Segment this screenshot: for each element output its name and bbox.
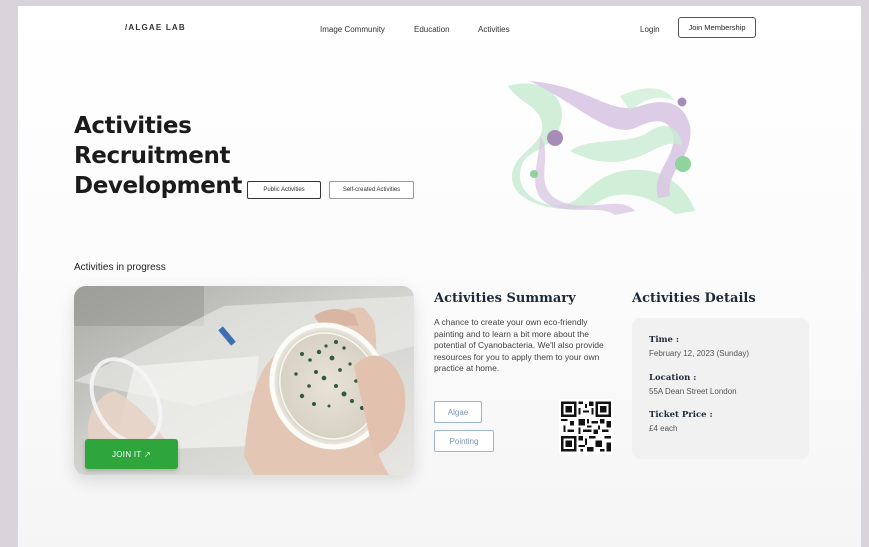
join-it-button[interactable]: JOIN IT ↗ bbox=[85, 439, 178, 469]
location-label: Location : bbox=[649, 373, 697, 383]
tag-algae[interactable]: Algae bbox=[434, 401, 482, 423]
hero-title-line-2: Recruitment bbox=[74, 143, 231, 169]
location-value: 55A Dean Street London bbox=[649, 387, 737, 396]
hero-illustration bbox=[508, 81, 695, 215]
join-membership-button[interactable]: Join Membership bbox=[678, 17, 756, 38]
section-title: Activities in progress bbox=[74, 262, 166, 273]
details-card: Time : February 12, 2023 (Sunday) Locati… bbox=[632, 318, 809, 459]
chip-self-created-activities[interactable]: Self-created Activities bbox=[329, 181, 414, 199]
logo-text: /ALGAE LAB bbox=[125, 23, 186, 32]
hero-title-line-3: Development bbox=[74, 173, 242, 199]
nav-image-community[interactable]: Image Community bbox=[320, 25, 385, 34]
summary-text: A chance to create your own eco-friendly… bbox=[434, 317, 604, 373]
login-link[interactable]: Login bbox=[640, 25, 660, 34]
details-title: Activities Details bbox=[632, 291, 756, 306]
summary-title: Activities Summary bbox=[434, 291, 576, 306]
qr-code-icon[interactable] bbox=[559, 399, 613, 454]
nav-activities[interactable]: Activities bbox=[478, 25, 510, 34]
hero-title-line-1: Activities bbox=[74, 113, 192, 139]
time-value: February 12, 2023 (Sunday) bbox=[649, 349, 750, 358]
ticket-price-value: £4 each bbox=[649, 424, 678, 433]
time-label: Time : bbox=[649, 335, 680, 345]
ticket-price-label: Ticket Price : bbox=[649, 410, 713, 420]
hero-title: Activities Recruitment Development bbox=[74, 111, 242, 201]
tag-pointing[interactable]: Pointing bbox=[434, 430, 494, 452]
nav-education[interactable]: Education bbox=[414, 25, 450, 34]
page: /ALGAE LAB Image Community Education Act… bbox=[18, 6, 861, 547]
chip-public-activities[interactable]: Public Activities bbox=[247, 181, 321, 199]
logo[interactable]: /ALGAE LAB bbox=[125, 23, 186, 32]
activity-photo: JOIN IT ↗ bbox=[74, 286, 414, 475]
